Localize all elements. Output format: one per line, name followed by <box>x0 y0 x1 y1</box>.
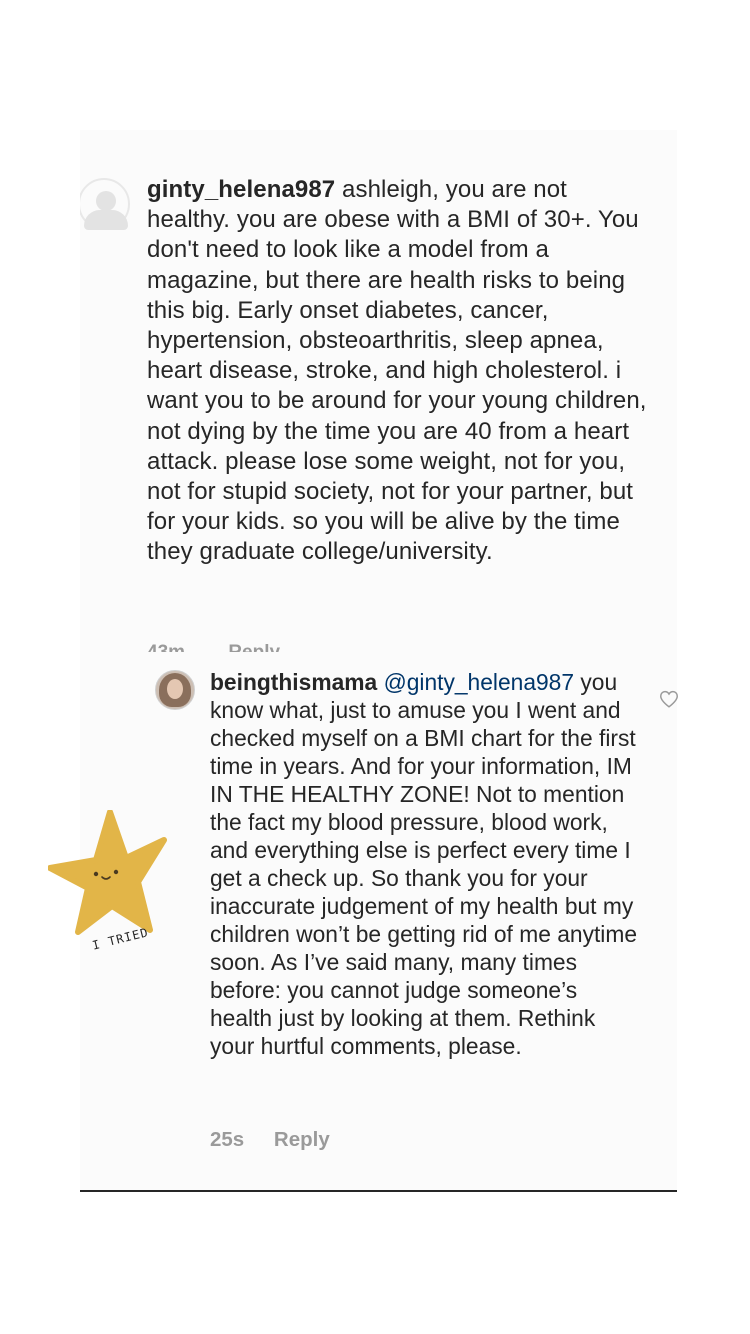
comment-username[interactable]: ginty_helena987 <box>147 176 335 203</box>
comment-body: ashleigh, you are not healthy. you are o… <box>147 176 647 566</box>
reply-reply-button[interactable]: Reply <box>274 1128 330 1152</box>
star-icon <box>47 809 167 935</box>
sticker-caption: I TRIED <box>91 925 150 953</box>
comment-reply-button[interactable]: Reply <box>228 640 280 652</box>
comment-meta: 43m Reply <box>147 640 318 652</box>
reply-mention[interactable]: @ginty_helena987 <box>384 669 574 695</box>
reply-meta: 25s Reply <box>210 1128 354 1152</box>
comments-card: ginty_helena987 ashleigh, you are not he… <box>80 130 680 1192</box>
reply-text-block: beingthismama @ginty_helena987 you know … <box>210 668 640 1060</box>
comment-text-block: ginty_helena987 ashleigh, you are not he… <box>147 175 652 568</box>
heart-outline-icon[interactable] <box>658 688 680 710</box>
reply-avatar[interactable] <box>155 670 195 710</box>
star-sticker: I TRIED <box>47 809 168 955</box>
comment-timestamp: 43m <box>147 640 185 652</box>
reply-username[interactable]: beingthismama <box>210 669 377 695</box>
reply-body: you know what, just to amuse you I went … <box>210 669 638 1059</box>
default-avatar-icon[interactable] <box>80 177 130 237</box>
reply-timestamp: 25s <box>210 1128 245 1151</box>
